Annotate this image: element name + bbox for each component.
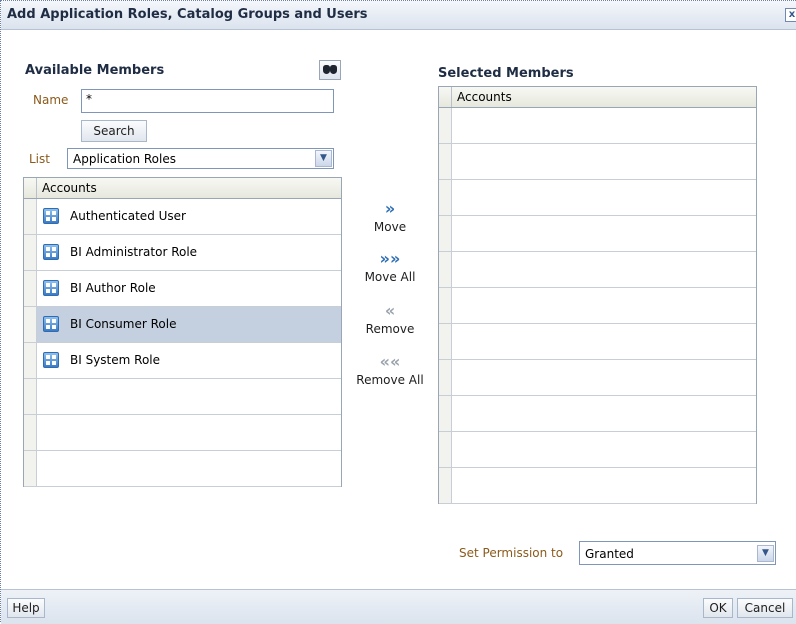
row-gutter: [439, 396, 452, 431]
row-gutter: [439, 288, 452, 323]
row-label: BI Consumer Role: [70, 317, 177, 331]
permission-label: Set Permission to: [459, 546, 564, 560]
remove-button[interactable]: « Remove: [350, 301, 430, 337]
list-label: List: [29, 152, 50, 166]
row-gutter: [439, 144, 452, 179]
table-row[interactable]: [439, 144, 756, 180]
close-icon[interactable]: x: [785, 8, 796, 22]
chevron-down-icon[interactable]: ▼: [757, 545, 774, 562]
list-select-value: Application Roles: [73, 152, 176, 166]
help-button[interactable]: Help: [7, 598, 45, 618]
remove-all-icon: ««: [379, 352, 401, 371]
row-gutter: [439, 468, 452, 503]
list-select[interactable]: Application Roles ▼: [67, 148, 334, 169]
table-row[interactable]: BI System Role: [24, 343, 341, 379]
dialog-titlebar: Add Application Roles, Catalog Groups an…: [1, 1, 796, 30]
table-row[interactable]: [439, 468, 756, 504]
remove-all-button[interactable]: «« Remove All: [350, 352, 430, 388]
table-row[interactable]: [439, 180, 756, 216]
row-label: BI Administrator Role: [70, 245, 198, 259]
remove-label: Remove: [365, 322, 415, 336]
available-accounts-column-header[interactable]: Accounts: [42, 181, 97, 195]
table-row[interactable]: [439, 252, 756, 288]
move-icon: »: [384, 199, 396, 218]
header-gutter: [24, 178, 37, 198]
table-row[interactable]: [439, 108, 756, 144]
row-gutter: [24, 271, 37, 306]
row-label: BI System Role: [70, 353, 161, 367]
available-table-header: Accounts: [24, 178, 341, 199]
row-gutter: [24, 415, 37, 450]
row-gutter: [24, 451, 37, 486]
row-gutter: [439, 216, 452, 251]
selected-accounts-column-header[interactable]: Accounts: [457, 90, 512, 104]
permission-select[interactable]: Granted ▼: [579, 541, 776, 565]
application-role-icon: [43, 208, 59, 224]
row-gutter: [24, 343, 37, 378]
ok-button[interactable]: OK: [703, 598, 733, 618]
remove-all-label: Remove All: [356, 373, 424, 387]
cancel-button[interactable]: Cancel: [737, 598, 793, 618]
row-gutter: [439, 432, 452, 467]
row-gutter: [439, 252, 452, 287]
row-gutter: [24, 235, 37, 270]
selected-table-header: Accounts: [439, 87, 756, 108]
move-button[interactable]: » Move: [350, 199, 430, 235]
add-members-dialog: Add Application Roles, Catalog Groups an…: [0, 0, 796, 624]
table-row[interactable]: Authenticated User: [24, 199, 341, 235]
row-gutter: [439, 360, 452, 395]
table-row[interactable]: [439, 432, 756, 468]
move-all-label: Move All: [364, 270, 416, 284]
move-all-icon: »»: [379, 249, 401, 268]
table-row[interactable]: [439, 216, 756, 252]
name-input[interactable]: *: [81, 89, 334, 113]
available-members-heading: Available Members: [25, 63, 165, 78]
table-row[interactable]: [439, 360, 756, 396]
application-role-icon: [43, 280, 59, 296]
row-gutter: [24, 199, 37, 234]
move-all-button[interactable]: »» Move All: [350, 249, 430, 285]
dialog-title: Add Application Roles, Catalog Groups an…: [7, 7, 368, 22]
table-row[interactable]: [439, 324, 756, 360]
table-row[interactable]: [24, 451, 341, 487]
table-row[interactable]: BI Administrator Role: [24, 235, 341, 271]
name-input-value: *: [86, 92, 92, 106]
dialog-footer: Help OK Cancel: [1, 589, 796, 624]
table-row[interactable]: [24, 415, 341, 451]
application-role-icon: [43, 316, 59, 332]
row-gutter: [439, 108, 452, 143]
row-label: BI Author Role: [70, 281, 156, 295]
table-row[interactable]: [439, 396, 756, 432]
row-gutter: [24, 379, 37, 414]
selected-members-heading: Selected Members: [438, 66, 574, 81]
selected-accounts-table: Accounts: [438, 86, 757, 504]
remove-icon: «: [384, 301, 396, 320]
row-gutter: [439, 324, 452, 359]
row-gutter: [24, 307, 37, 342]
search-button[interactable]: Search: [81, 120, 147, 142]
row-label: Authenticated User: [70, 209, 186, 223]
table-row[interactable]: BI Author Role: [24, 271, 341, 307]
move-label: Move: [373, 220, 407, 234]
table-row[interactable]: [439, 288, 756, 324]
application-role-icon: [43, 244, 59, 260]
header-gutter: [439, 87, 452, 107]
row-gutter: [439, 180, 452, 215]
binoculars-icon[interactable]: [319, 60, 341, 80]
application-role-icon: [43, 352, 59, 368]
available-accounts-table: Accounts Authenticated User BI Administra…: [23, 177, 342, 487]
table-row[interactable]: [24, 379, 341, 415]
chevron-down-icon[interactable]: ▼: [315, 150, 332, 167]
table-row[interactable]: BI Consumer Role: [24, 307, 341, 343]
permission-select-value: Granted: [585, 547, 634, 561]
name-label: Name: [33, 93, 69, 107]
